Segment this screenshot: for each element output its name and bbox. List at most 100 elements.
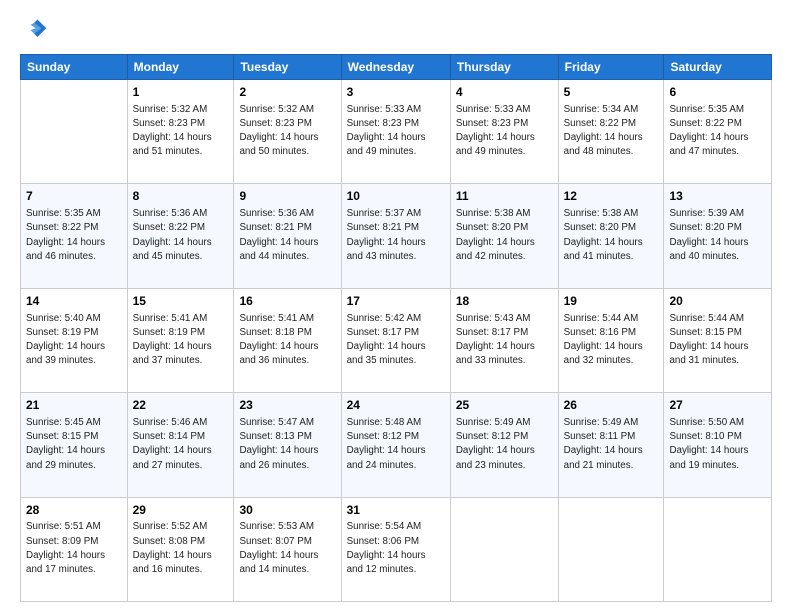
day-info-line: Sunset: 8:14 PM (133, 431, 205, 442)
day-number: 8 (133, 188, 229, 205)
day-info: Sunrise: 5:32 AMSunset: 8:23 PMDaylight:… (133, 103, 229, 160)
day-info-line: Sunset: 8:15 PM (26, 431, 98, 442)
day-info: Sunrise: 5:45 AMSunset: 8:15 PMDaylight:… (26, 416, 122, 473)
day-info-line: Sunrise: 5:32 AM (239, 104, 314, 115)
calendar-cell: 26Sunrise: 5:49 AMSunset: 8:11 PMDayligh… (558, 393, 664, 497)
day-info-line: and 50 minutes. (239, 146, 309, 157)
day-info-line: Sunset: 8:21 PM (239, 222, 311, 233)
day-info-line: and 51 minutes. (133, 146, 203, 157)
day-info-line: Sunset: 8:22 PM (26, 222, 98, 233)
day-info-line: Sunset: 8:12 PM (347, 431, 419, 442)
day-info-line: and 40 minutes. (669, 251, 739, 262)
day-number: 22 (133, 397, 229, 414)
day-info-line: Daylight: 14 hours (133, 341, 212, 352)
day-info-line: Daylight: 14 hours (669, 132, 748, 143)
day-info-line: and 14 minutes. (239, 564, 309, 575)
day-number: 27 (669, 397, 766, 414)
day-number: 10 (347, 188, 445, 205)
day-info-line: and 24 minutes. (347, 460, 417, 471)
day-info-line: Daylight: 14 hours (239, 132, 318, 143)
day-number: 14 (26, 293, 122, 310)
day-info-line: Sunrise: 5:52 AM (133, 521, 208, 532)
day-info-line: Sunrise: 5:32 AM (133, 104, 208, 115)
day-info-line: Daylight: 14 hours (133, 445, 212, 456)
day-info-line: Daylight: 14 hours (669, 237, 748, 248)
calendar-cell: 8Sunrise: 5:36 AMSunset: 8:22 PMDaylight… (127, 184, 234, 288)
weekday-header-tuesday: Tuesday (234, 55, 341, 80)
day-info-line: Daylight: 14 hours (456, 445, 535, 456)
day-info-line: Daylight: 14 hours (669, 445, 748, 456)
day-number: 30 (239, 502, 335, 519)
day-info-line: Sunset: 8:23 PM (347, 118, 419, 129)
day-info: Sunrise: 5:38 AMSunset: 8:20 PMDaylight:… (456, 207, 553, 264)
day-info-line: Daylight: 14 hours (133, 132, 212, 143)
weekday-header-thursday: Thursday (450, 55, 558, 80)
day-info: Sunrise: 5:41 AMSunset: 8:19 PMDaylight:… (133, 312, 229, 369)
day-info-line: and 17 minutes. (26, 564, 96, 575)
day-info-line: Daylight: 14 hours (456, 341, 535, 352)
day-info-line: Sunset: 8:20 PM (564, 222, 636, 233)
day-info-line: Daylight: 14 hours (564, 237, 643, 248)
day-info-line: Sunset: 8:18 PM (239, 327, 311, 338)
calendar-cell: 13Sunrise: 5:39 AMSunset: 8:20 PMDayligh… (664, 184, 772, 288)
day-number: 5 (564, 84, 659, 101)
day-info: Sunrise: 5:47 AMSunset: 8:13 PMDaylight:… (239, 416, 335, 473)
day-info: Sunrise: 5:32 AM Sunset: 8:23 PM Daylight:… (239, 103, 335, 160)
week-row-3: 14 Sunrise: 5:40 AMSunset: 8:19 PMDayligh… (21, 288, 772, 392)
calendar-cell: 10Sunrise: 5:37 AMSunset: 8:21 PMDayligh… (341, 184, 450, 288)
day-info-line: Sunrise: 5:36 AM (239, 208, 314, 219)
day-info-line: and 26 minutes. (239, 460, 309, 471)
day-info-line: and 27 minutes. (133, 460, 203, 471)
weekday-header-friday: Friday (558, 55, 664, 80)
calendar-cell: 31Sunrise: 5:54 AMSunset: 8:06 PMDayligh… (341, 497, 450, 601)
day-info-line: Sunset: 8:23 PM (239, 118, 311, 129)
day-number: 24 (347, 397, 445, 414)
week-row-5: 28Sunrise: 5:51 AMSunset: 8:09 PMDayligh… (21, 497, 772, 601)
calendar-cell: 1Sunrise: 5:32 AMSunset: 8:23 PMDaylight… (127, 80, 234, 184)
day-info-line: Sunset: 8:09 PM (26, 536, 98, 547)
day-info: Sunrise: 5:51 AMSunset: 8:09 PMDaylight:… (26, 520, 122, 577)
day-info: Sunrise: 5:38 AM Sunset: 8:20 PM Daylight:… (564, 207, 659, 264)
page: SundayMondayTuesdayWednesdayThursdayFrid… (0, 0, 792, 612)
day-info-line: Sunset: 8:06 PM (347, 536, 419, 547)
day-info-line: Daylight: 14 hours (133, 550, 212, 561)
day-info-line: Sunrise: 5:37 AM (347, 208, 422, 219)
day-info-line: Sunset: 8:19 PM (133, 327, 205, 338)
day-info-line: and 49 minutes. (347, 146, 417, 157)
day-info: Sunrise: 5:48 AMSunset: 8:12 PMDaylight:… (347, 416, 445, 473)
day-info-line: Sunrise: 5:44 AM (564, 313, 639, 324)
day-info-line: Sunrise: 5:36 AM (133, 208, 208, 219)
calendar-cell (21, 80, 128, 184)
day-info-line: Sunrise: 5:48 AM (347, 417, 422, 428)
calendar-cell: 29Sunrise: 5:52 AMSunset: 8:08 PMDayligh… (127, 497, 234, 601)
day-info-line: and 36 minutes. (239, 355, 309, 366)
day-number: 2 (239, 84, 335, 101)
day-info: Sunrise: 5:33 AMSunset: 8:23 PMDaylight:… (456, 103, 553, 160)
day-info-line: Daylight: 14 hours (564, 341, 643, 352)
day-info: Sunrise: 5:42 AMSunset: 8:17 PMDaylight:… (347, 312, 445, 369)
day-info-line: Daylight: 14 hours (347, 550, 426, 561)
weekday-header-wednesday: Wednesday (341, 55, 450, 80)
week-row-2: 7Sunrise: 5:35 AMSunset: 8:22 PMDaylight… (21, 184, 772, 288)
day-info-line: Sunset: 8:22 PM (133, 222, 205, 233)
calendar-cell: 12Sunrise: 5:38 AMSunset: 8:20 PMDayligh… (558, 184, 664, 288)
day-info-line: Sunrise: 5:46 AM (133, 417, 208, 428)
calendar-cell: 11Sunrise: 5:38 AMSunset: 8:20 PMDayligh… (450, 184, 558, 288)
day-number: 26 (564, 397, 659, 414)
day-info: Sunrise: 5:53 AMSunset: 8:07 PMDaylight:… (239, 520, 335, 577)
day-info: Sunrise: 5:34 AMSunset: 8:22 PMDaylight:… (564, 103, 659, 160)
day-info-line: Sunset: 8:22 PM (564, 118, 636, 129)
day-number: 18 (456, 293, 553, 310)
day-info: Sunrise: 5:33 AMSunset: 8:23 PMDaylight:… (347, 103, 445, 160)
day-info-line: Sunrise: 5:35 AM (669, 104, 744, 115)
day-info-line: Sunrise: 5:34 AM (564, 104, 639, 115)
day-info-line: Sunset: 8:20 PM (669, 222, 741, 233)
weekday-header-monday: Monday (127, 55, 234, 80)
day-number: 3 (347, 84, 445, 101)
day-info: Sunrise: 5:40 AMSunset: 8:19 PMDaylight:… (26, 312, 122, 369)
calendar-table: SundayMondayTuesdayWednesdayThursdayFrid… (20, 54, 772, 602)
week-row-4: 21Sunrise: 5:45 AMSunset: 8:15 PMDayligh… (21, 393, 772, 497)
day-info-line: Sunrise: 5:38 AM (564, 208, 639, 219)
day-info-line: Sunset: 8:13 PM (239, 431, 311, 442)
day-info-line: Sunset: 8:10 PM (669, 431, 741, 442)
